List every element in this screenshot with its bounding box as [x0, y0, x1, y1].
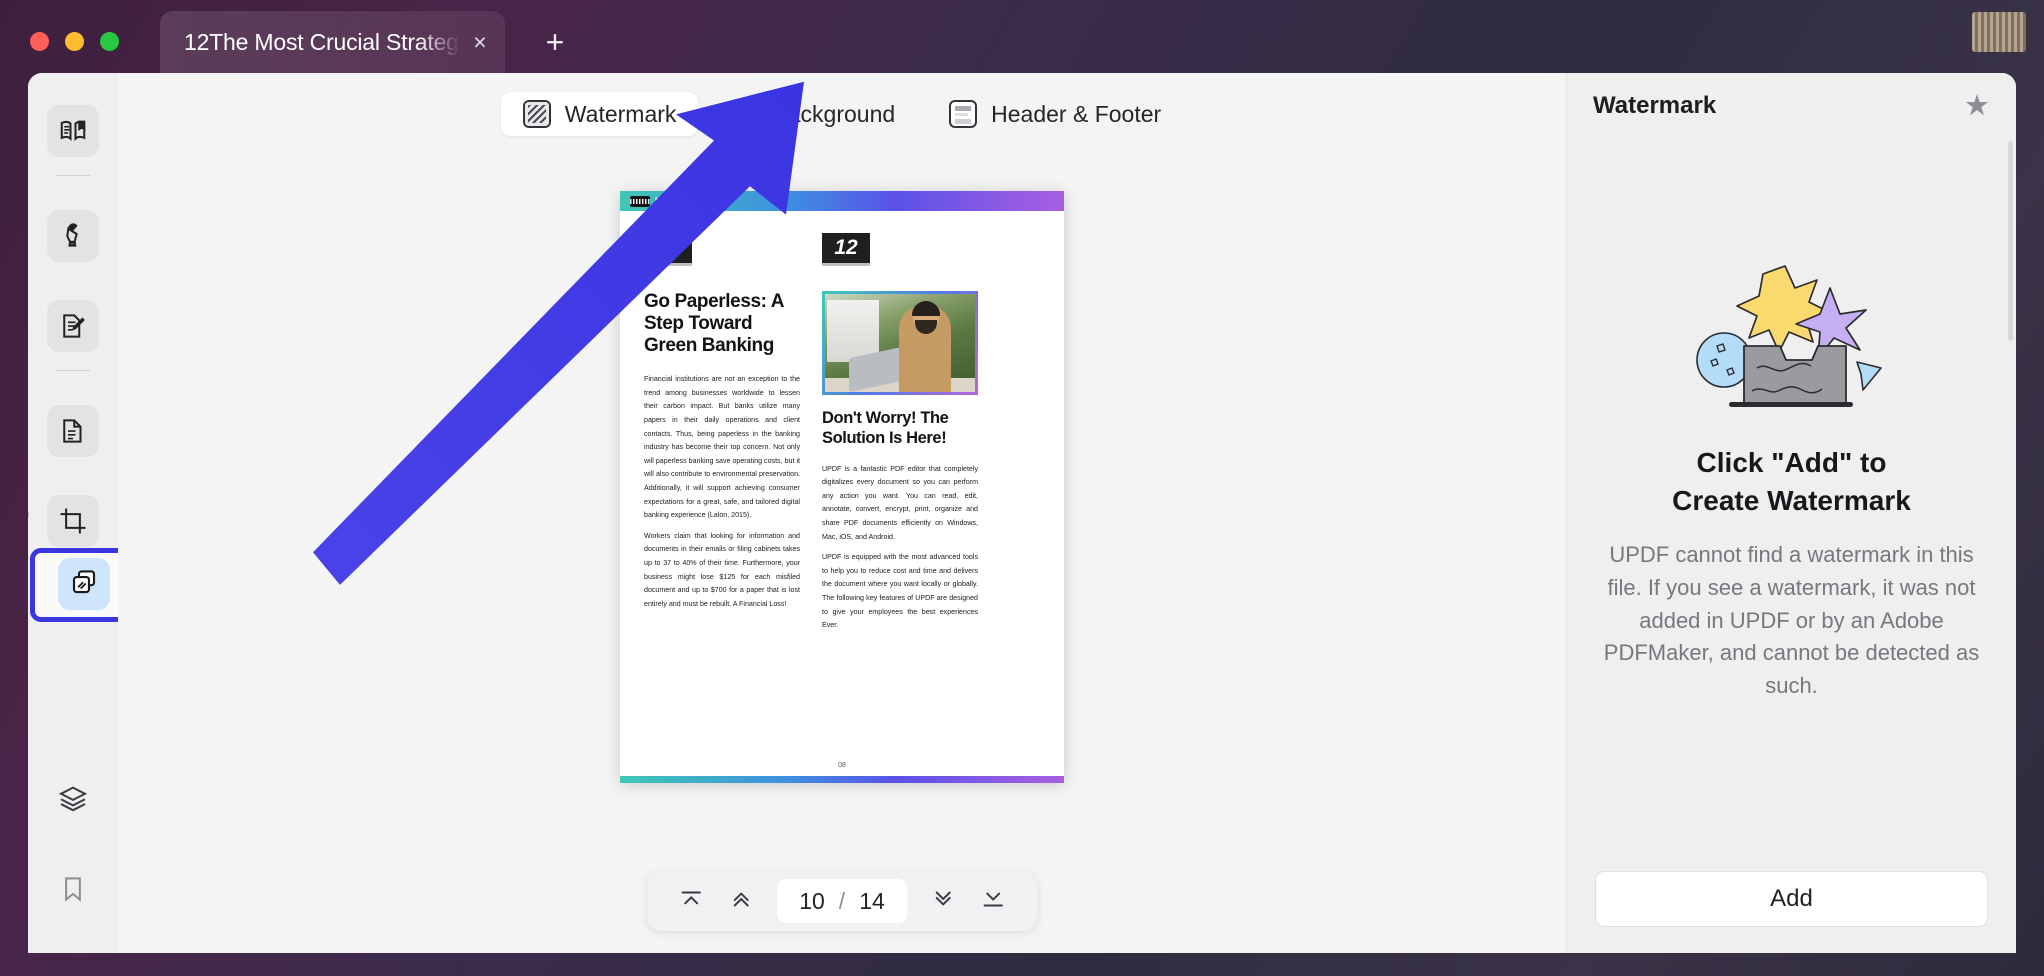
- sidebar-item-reader[interactable]: [47, 105, 99, 157]
- tab-background-label: Background: [772, 100, 896, 127]
- new-tab-icon[interactable]: +: [535, 22, 575, 62]
- header-footer-icon: [949, 100, 978, 128]
- panel-heading: Click "Add" to Create Watermark: [1672, 444, 1911, 520]
- sidebar-item-organize[interactable]: [47, 405, 99, 457]
- document-viewer: Watermark Background Header & Footer UPD…: [118, 73, 1566, 953]
- total-pages-value: 14: [859, 887, 885, 914]
- photo-hair: [912, 301, 940, 316]
- page-columns: 11 Go Paperless: A Step Toward Green Ban…: [620, 211, 1064, 640]
- updf-brand-label: UPDF: [655, 196, 682, 206]
- sidebar-item-edit[interactable]: [47, 300, 99, 352]
- tab-background[interactable]: Background: [708, 92, 917, 136]
- sidebar-item-comment[interactable]: [47, 210, 99, 262]
- pdf-page[interactable]: UPDF 11 Go Paperless: A Step Toward Gree…: [620, 191, 1064, 783]
- page-top-gradient-bar: UPDF: [620, 191, 1064, 211]
- organize-pages-icon: [58, 416, 88, 446]
- tab-watermark[interactable]: Watermark: [500, 92, 699, 136]
- updf-logo-icon: [630, 195, 650, 207]
- page-separator: /: [838, 887, 846, 914]
- close-window-button[interactable]: [30, 32, 49, 51]
- next-page-icon: [930, 886, 956, 917]
- close-tab-icon[interactable]: ×: [463, 25, 497, 59]
- minimize-window-button[interactable]: [65, 32, 84, 51]
- tab-header-footer[interactable]: Header & Footer: [927, 92, 1183, 136]
- tab-header-footer-label: Header & Footer: [991, 100, 1162, 127]
- chapter-number-right: 12: [822, 233, 870, 266]
- window-controls: [30, 32, 119, 51]
- watermark-panel: Watermark ★ Click "Add" to Create Waterm…: [1566, 73, 2016, 953]
- app-content-window: Page Tools ⌘5: [28, 73, 2016, 953]
- panel-empty-state: Click "Add" to Create Watermark UPDF can…: [1567, 89, 2016, 871]
- sidebar-item-bookmark[interactable]: [47, 863, 99, 915]
- bookmark-icon: [58, 874, 88, 904]
- rail-divider-2: [56, 370, 90, 371]
- paragraph: Workers claim that looking for informati…: [644, 531, 800, 608]
- app-watermark-logo: [1972, 12, 2026, 52]
- previous-page-button[interactable]: [719, 879, 763, 923]
- sidebar-item-page-tools[interactable]: [58, 558, 110, 610]
- application-window: 12The Most Crucial Strategi × + Watermar…: [0, 0, 2044, 976]
- first-page-button[interactable]: [669, 879, 713, 923]
- page-footer-number: 08: [838, 762, 846, 769]
- page-left-column: 11 Go Paperless: A Step Toward Green Ban…: [644, 233, 800, 640]
- document-tab[interactable]: 12The Most Crucial Strategi ×: [160, 11, 505, 73]
- page-bottom-gradient-bar: [620, 776, 1064, 783]
- last-page-button[interactable]: [971, 879, 1015, 923]
- watermark-tabbar: Watermark Background Header & Footer: [500, 92, 1183, 136]
- crop-icon: [58, 506, 88, 536]
- panel-scrollbar[interactable]: [2008, 141, 2013, 341]
- edit-document-icon: [58, 311, 88, 341]
- panel-heading-line2: Create Watermark: [1672, 484, 1911, 516]
- page-tools-icon: [69, 567, 99, 602]
- next-page-button[interactable]: [921, 879, 965, 923]
- page-right-column: 12 Don't Worry! The Solution Is Here! UP…: [822, 233, 978, 640]
- left-toolbar-rail: Page Tools ⌘5: [28, 73, 334, 953]
- document-tab-title: 12The Most Crucial Strategi: [184, 28, 463, 55]
- sidebar-item-crop[interactable]: [47, 495, 99, 547]
- add-watermark-button[interactable]: Add: [1595, 871, 1988, 927]
- watermark-icon: [522, 100, 551, 128]
- highlighter-icon: [58, 221, 88, 251]
- document-photo: [822, 291, 978, 395]
- maximize-window-button[interactable]: [100, 32, 119, 51]
- paragraph: UPDF is equipped with the most advanced …: [822, 553, 978, 630]
- rail-collapse-handle[interactable]: [28, 510, 29, 519]
- background-icon: [730, 100, 759, 128]
- headline-left: Go Paperless: A Step Toward Green Bankin…: [644, 291, 784, 357]
- paragraph: Financial institutions are not an except…: [644, 375, 800, 520]
- tab-watermark-label: Watermark: [564, 100, 677, 127]
- empty-state-illustration: [1695, 264, 1882, 407]
- chapter-number-left: 11: [644, 233, 692, 266]
- book-icon: [58, 116, 88, 146]
- panel-footer: Add: [1567, 871, 2016, 953]
- title-bar: 12The Most Crucial Strategi × +: [0, 0, 2044, 75]
- last-page-icon: [980, 886, 1006, 917]
- current-page-value: 10: [799, 887, 825, 914]
- headline-right: Don't Worry! The Solution Is Here!: [822, 409, 949, 447]
- rail-divider-1: [56, 175, 90, 176]
- page-navigation-bar: 10 / 14: [647, 871, 1037, 931]
- previous-page-icon: [728, 886, 754, 917]
- paragraph: UPDF is a fantastic PDF editor that comp…: [822, 464, 978, 541]
- panel-heading-line1: Click "Add" to: [1696, 446, 1887, 478]
- first-page-icon: [678, 886, 704, 917]
- layers-icon: [57, 783, 89, 815]
- page-number-field[interactable]: 10 / 14: [777, 879, 907, 923]
- sidebar-item-layers[interactable]: [47, 773, 99, 825]
- panel-description: UPDF cannot find a watermark in this fil…: [1603, 542, 1980, 698]
